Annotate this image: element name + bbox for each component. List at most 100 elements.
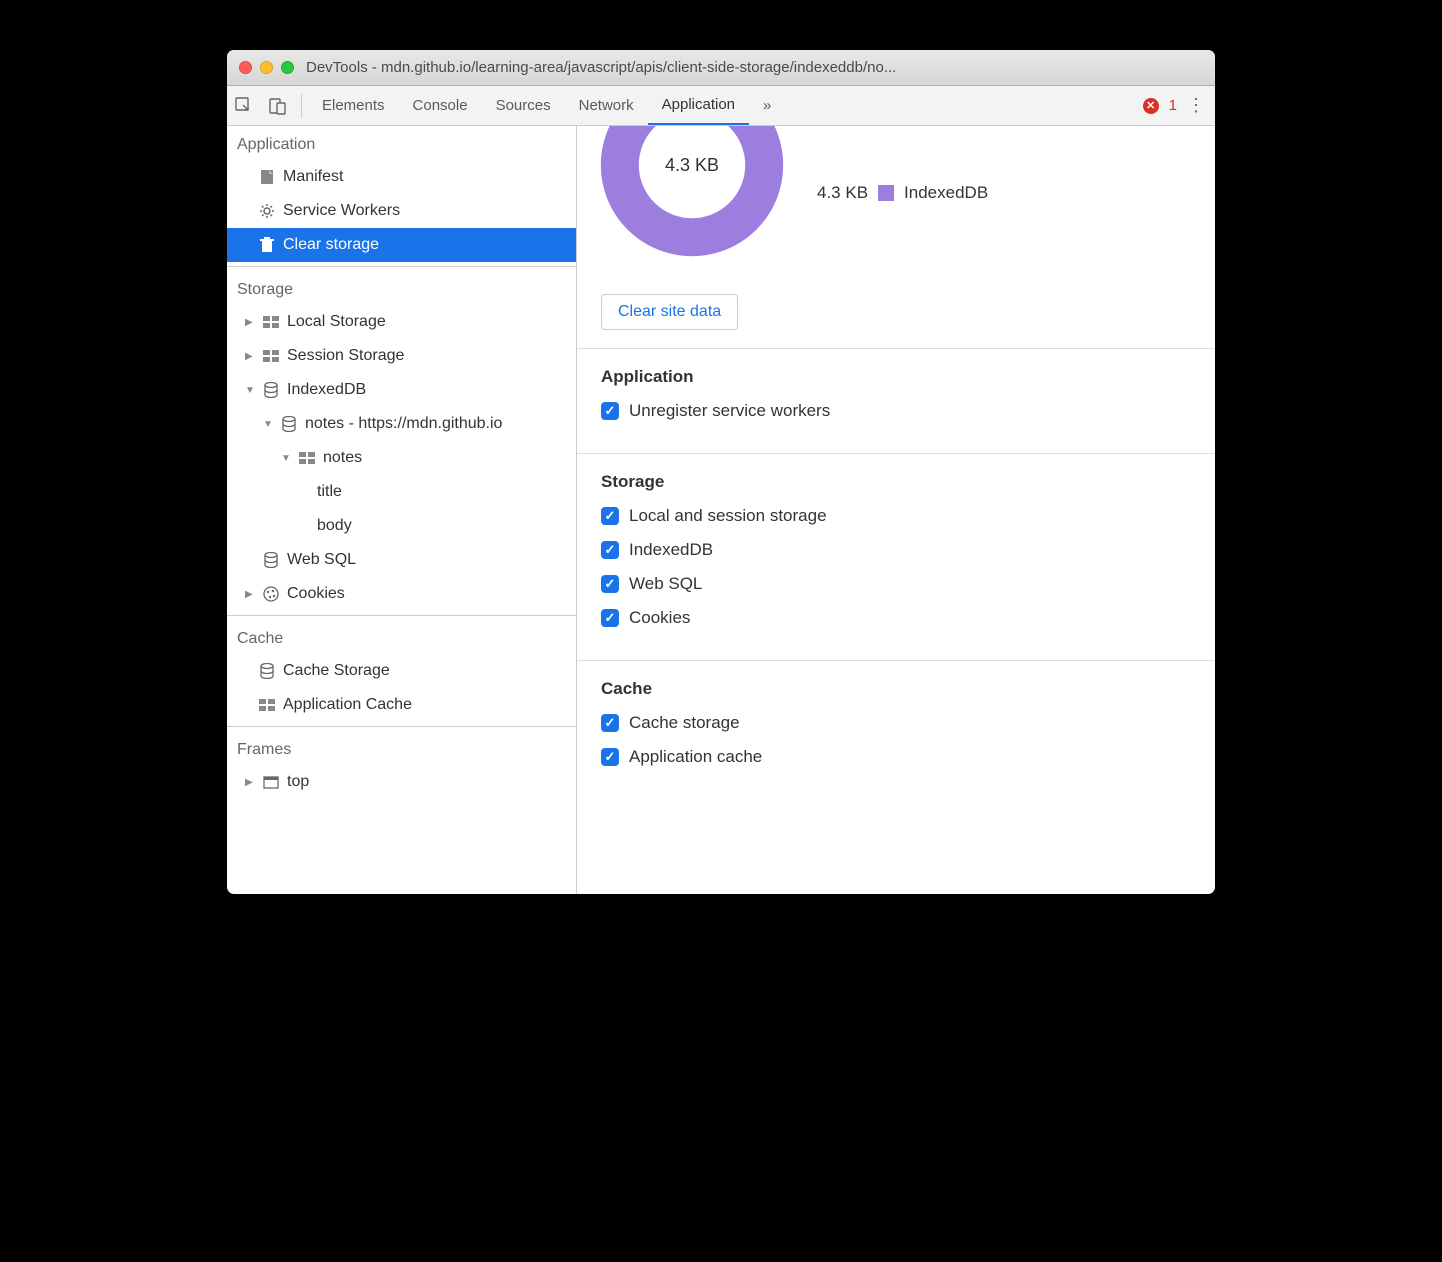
chevron-down-icon: ▼ [281,453,293,464]
usage-legend: 4.3 KB IndexedDB [817,183,988,203]
tab-application[interactable]: Application [648,86,749,125]
zoom-icon[interactable] [281,61,294,74]
minimize-icon[interactable] [260,61,273,74]
clear-row: Clear site data [577,280,1215,348]
options-application: Application ✓ Unregister service workers [577,349,1215,453]
options-head: Cache [601,679,1191,699]
tab-overflow[interactable]: » [749,86,785,125]
checkmark-icon: ✓ [601,714,619,732]
titlebar: DevTools - mdn.github.io/learning-area/j… [227,50,1215,86]
sidebar-item-service-workers[interactable]: Service Workers [227,194,576,228]
checkbox-label: Web SQL [629,574,702,594]
device-toolbar-icon[interactable] [261,86,295,125]
table-icon [261,316,281,328]
checkbox-local-session[interactable]: ✓ Local and session storage [601,506,1191,526]
chevron-right-icon: ▶ [245,351,257,362]
sidebar-item-frame-top[interactable]: ▶ top [227,765,576,799]
devtools-tabbar: Elements Console Sources Network Applica… [227,86,1215,126]
sidebar-item-websql[interactable]: Web SQL [227,543,576,577]
checkbox-websql[interactable]: ✓ Web SQL [601,574,1191,594]
tab-label: Elements [322,97,385,114]
sidebar-item-idb-index-title[interactable]: title [227,475,576,509]
section-application: Application [227,126,576,160]
sidebar-item-manifest[interactable]: Manifest [227,160,576,194]
sidebar-item-local-storage[interactable]: ▶ Local Storage [227,305,576,339]
close-icon[interactable] [239,61,252,74]
checkmark-icon: ✓ [601,575,619,593]
sidebar-item-session-storage[interactable]: ▶ Session Storage [227,339,576,373]
frame-icon [261,776,281,789]
trash-icon [257,237,277,253]
checkmark-icon: ✓ [601,507,619,525]
sidebar-item-label: Cache Storage [283,662,390,680]
sidebar-item-cookies[interactable]: ▶ Cookies [227,577,576,611]
chevron-right-double-icon: » [763,97,771,114]
tab-sources[interactable]: Sources [482,86,565,125]
sidebar-item-idb-database[interactable]: ▼ notes - https://mdn.github.io [227,407,576,441]
tab-elements[interactable]: Elements [308,86,399,125]
sidebar-item-clear-storage[interactable]: Clear storage [227,228,576,262]
legend-value: 4.3 KB [817,183,868,203]
document-icon [257,169,277,185]
sidebar-item-label: top [287,773,309,791]
sidebar-item-idb-index-body[interactable]: body [227,509,576,543]
options-cache: Cache ✓Cache storage ✓Application cache [577,661,1215,799]
sidebar-item-label: Manifest [283,168,343,186]
sidebar-item-application-cache[interactable]: Application Cache [227,688,576,722]
sidebar-item-label: Cookies [287,585,345,603]
checkmark-icon: ✓ [601,541,619,559]
options-storage: Storage ✓Local and session storage ✓Inde… [577,454,1215,660]
separator [301,94,302,118]
sidebar-item-label: Service Workers [283,202,400,220]
chevron-right-icon: ▶ [245,317,257,328]
sidebar-item-label: IndexedDB [287,381,366,399]
checkbox-label: Local and session storage [629,506,827,526]
sidebar-item-label: Web SQL [287,551,356,569]
checkbox-application-cache[interactable]: ✓Application cache [601,747,1191,767]
inspect-element-icon[interactable] [227,86,261,125]
main-panel: 4.3 KB 4.3 KB IndexedDB Clear site data … [577,126,1215,894]
sidebar-item-label: body [317,517,352,535]
section-frames: Frames [227,731,576,765]
usage-donut: 4.3 KB [597,126,787,260]
window-title: DevTools - mdn.github.io/learning-area/j… [306,59,896,76]
chevron-right-icon: ▶ [245,777,257,788]
kebab-menu-icon[interactable]: ⋮ [1187,95,1205,116]
checkbox-cache-storage[interactable]: ✓Cache storage [601,713,1191,733]
database-icon [261,552,281,568]
tab-label: Application [662,96,735,113]
tab-network[interactable]: Network [565,86,648,125]
tab-console[interactable]: Console [399,86,482,125]
usage-total: 4.3 KB [597,126,787,260]
divider [227,266,576,267]
checkbox-label: Unregister service workers [629,401,830,421]
sidebar-item-label: Session Storage [287,347,404,365]
table-icon [257,699,277,711]
checkmark-icon: ✓ [601,748,619,766]
section-storage: Storage [227,271,576,305]
checkbox-unregister-sw[interactable]: ✓ Unregister service workers [601,401,1191,421]
chevron-down-icon: ▼ [245,385,257,396]
legend-swatch-icon [878,185,894,201]
clear-site-data-button[interactable]: Clear site data [601,294,738,330]
database-icon [257,663,277,679]
sidebar-item-label: notes [323,449,362,467]
error-icon[interactable]: ✕ [1143,98,1159,114]
sidebar-item-indexeddb[interactable]: ▼ IndexedDB [227,373,576,407]
sidebar-item-label: notes - https://mdn.github.io [305,415,502,433]
application-sidebar: Application Manifest Service Workers Cle… [227,126,577,894]
storage-usage: 4.3 KB 4.3 KB IndexedDB [577,126,1215,280]
sidebar-item-cache-storage[interactable]: Cache Storage [227,654,576,688]
database-icon [261,382,281,398]
checkbox-indexeddb[interactable]: ✓IndexedDB [601,540,1191,560]
sidebar-item-label: Local Storage [287,313,386,331]
sidebar-item-label: title [317,483,342,501]
table-icon [297,452,317,464]
chevron-down-icon: ▼ [263,419,275,430]
sidebar-item-label: Clear storage [283,236,379,254]
checkbox-label: Cookies [629,608,690,628]
sidebar-item-idb-store[interactable]: ▼ notes [227,441,576,475]
tab-label: Network [579,97,634,114]
checkbox-cookies[interactable]: ✓Cookies [601,608,1191,628]
tab-label: Console [413,97,468,114]
